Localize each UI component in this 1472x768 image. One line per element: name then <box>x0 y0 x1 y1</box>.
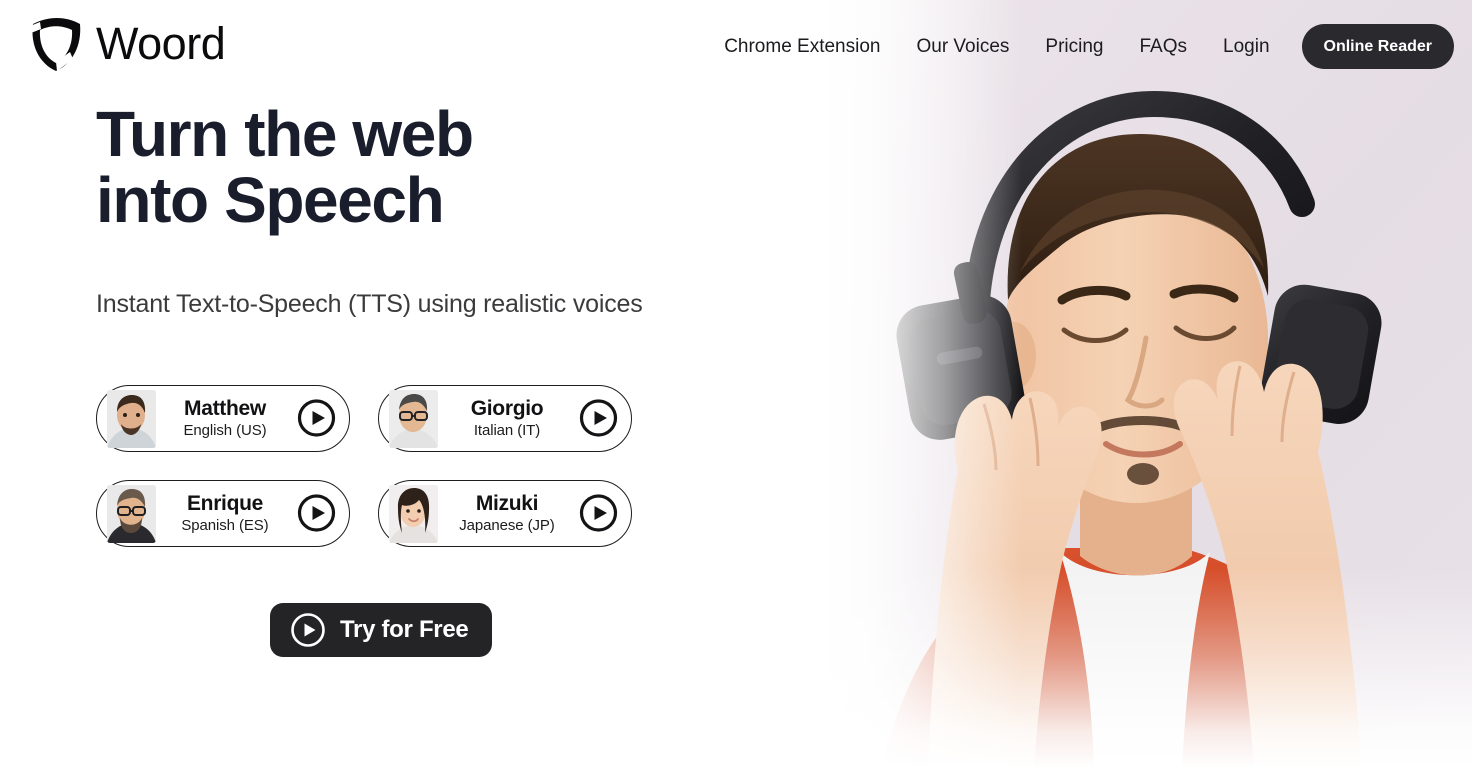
play-icon[interactable] <box>579 399 618 438</box>
voice-language: Japanese (JP) <box>459 516 555 534</box>
voice-info: Mizuki Japanese (JP) <box>441 491 573 534</box>
voice-name: Matthew <box>184 396 266 420</box>
cta-label: Try for Free <box>340 615 469 643</box>
avatar-giorgio <box>389 389 438 448</box>
avatar-enrique <box>107 484 156 543</box>
nav-chrome-extension[interactable]: Chrome Extension <box>706 32 898 62</box>
nav-our-voices[interactable]: Our Voices <box>898 32 1027 62</box>
play-icon[interactable] <box>297 399 336 438</box>
voice-name: Enrique <box>186 491 264 515</box>
site-header: Woord Chrome Extension Our Voices Pricin… <box>0 0 1472 96</box>
hero-image <box>762 0 1472 768</box>
avatar-matthew <box>107 389 156 448</box>
avatar-mizuki <box>389 484 438 543</box>
play-icon[interactable] <box>297 494 336 533</box>
voice-sample-list: Matthew English (US) Giorgio Italian (IT… <box>96 384 736 547</box>
nav-faqs[interactable]: FAQs <box>1122 32 1206 62</box>
page-title: Turn the web into Speech <box>96 98 474 236</box>
hero-content: Turn the web into Speech Instant Text-to… <box>96 96 736 657</box>
voice-name: Mizuki <box>475 491 539 515</box>
voice-card-matthew[interactable]: Matthew English (US) <box>96 384 350 452</box>
play-icon[interactable] <box>579 494 618 533</box>
voice-info: Giorgio Italian (IT) <box>441 396 573 439</box>
voice-info: Enrique Spanish (ES) <box>159 491 291 534</box>
voice-language: Spanish (ES) <box>181 516 269 534</box>
online-reader-button[interactable]: Online Reader <box>1301 24 1454 69</box>
voice-name: Giorgio <box>470 396 544 420</box>
nav-login[interactable]: Login <box>1205 32 1288 62</box>
voice-card-giorgio[interactable]: Giorgio Italian (IT) <box>378 384 632 452</box>
voice-card-enrique[interactable]: Enrique Spanish (ES) <box>96 479 350 547</box>
brand-name: Woord <box>96 17 226 69</box>
voice-info: Matthew English (US) <box>159 396 291 439</box>
landing-page: Woord Chrome Extension Our Voices Pricin… <box>0 0 1472 768</box>
cta-container: Try for Free <box>270 602 736 657</box>
brand-logo[interactable]: Woord <box>26 12 226 74</box>
play-icon <box>291 613 325 647</box>
voice-language: Italian (IT) <box>473 421 541 439</box>
main-nav: Chrome Extension Our Voices Pricing FAQs… <box>706 24 1454 69</box>
shield-logo-icon <box>30 18 81 71</box>
nav-pricing[interactable]: Pricing <box>1027 32 1121 62</box>
hero-subtitle: Instant Text-to-Speech (TTS) using reali… <box>96 289 643 318</box>
voice-card-mizuki[interactable]: Mizuki Japanese (JP) <box>378 479 632 547</box>
voice-language: English (US) <box>183 421 267 439</box>
try-for-free-button[interactable]: Try for Free <box>270 602 493 657</box>
